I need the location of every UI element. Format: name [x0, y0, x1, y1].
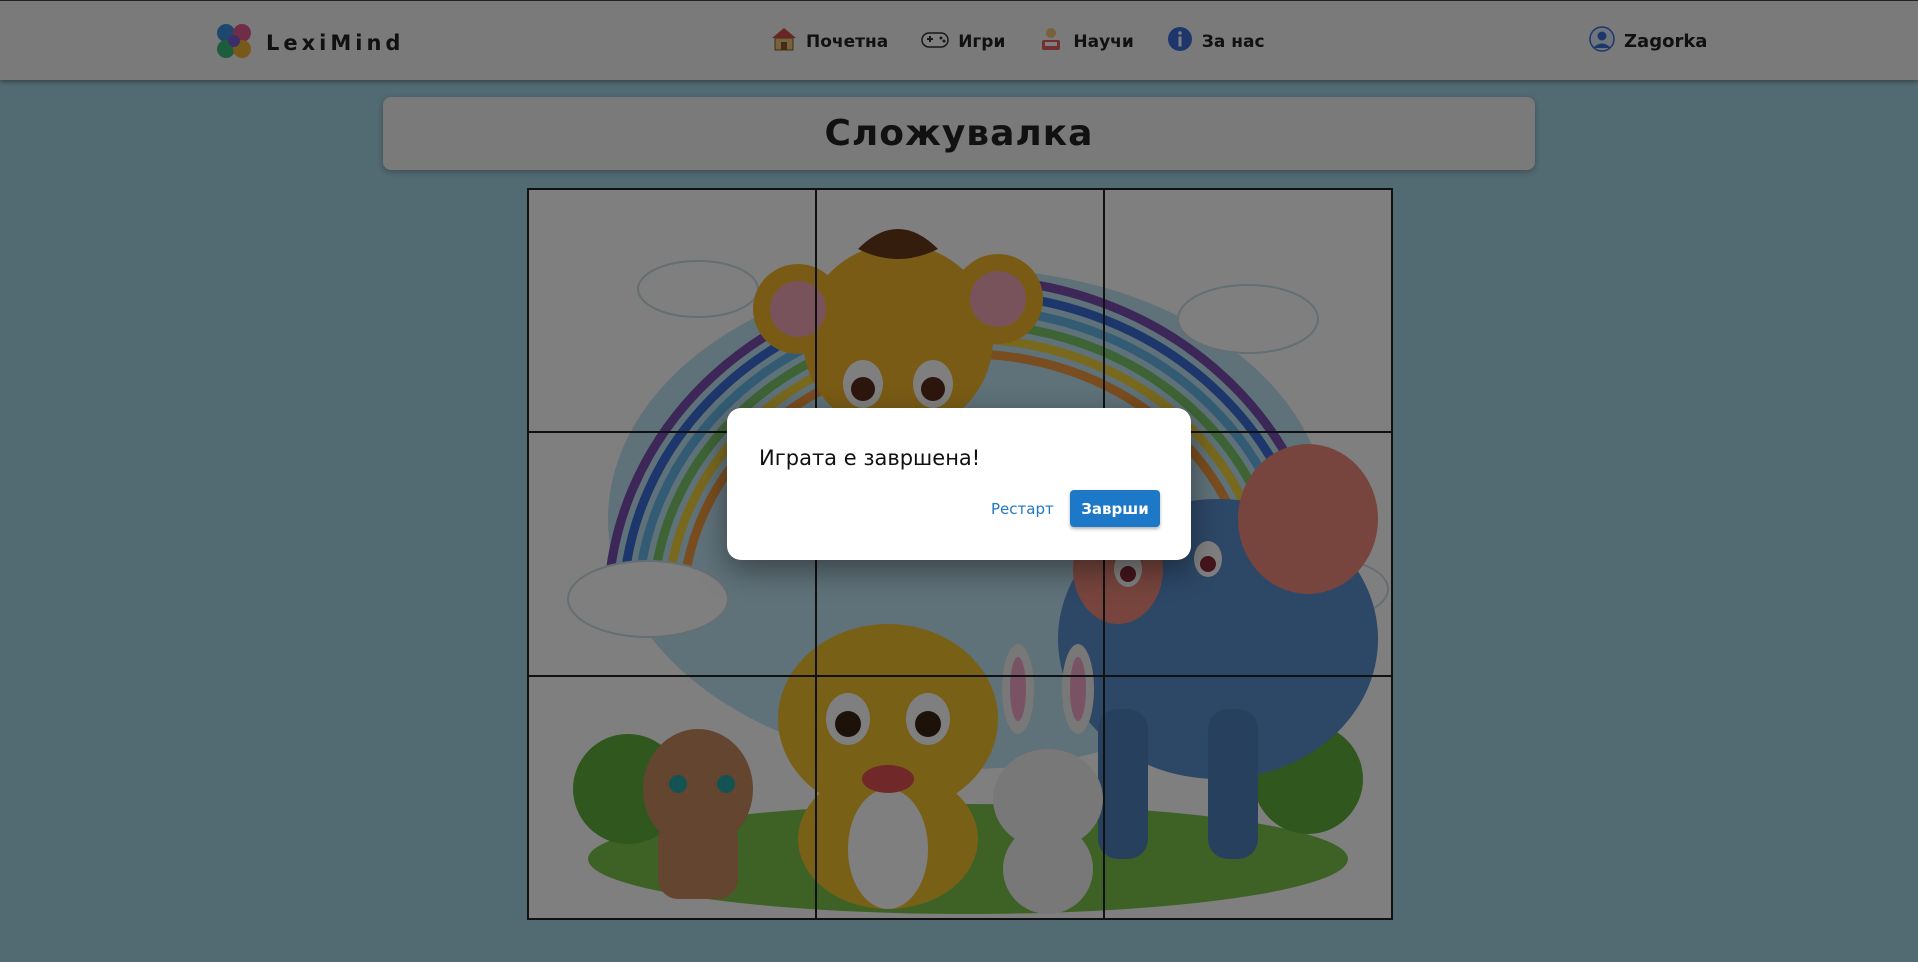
restart-button[interactable]: Рестарт: [979, 490, 1066, 527]
finish-button[interactable]: Заврши: [1070, 490, 1160, 527]
dialog-message: Играта е завршена!: [759, 446, 981, 470]
game-over-dialog: Играта е завршена! Рестарт Заврши: [727, 408, 1191, 560]
